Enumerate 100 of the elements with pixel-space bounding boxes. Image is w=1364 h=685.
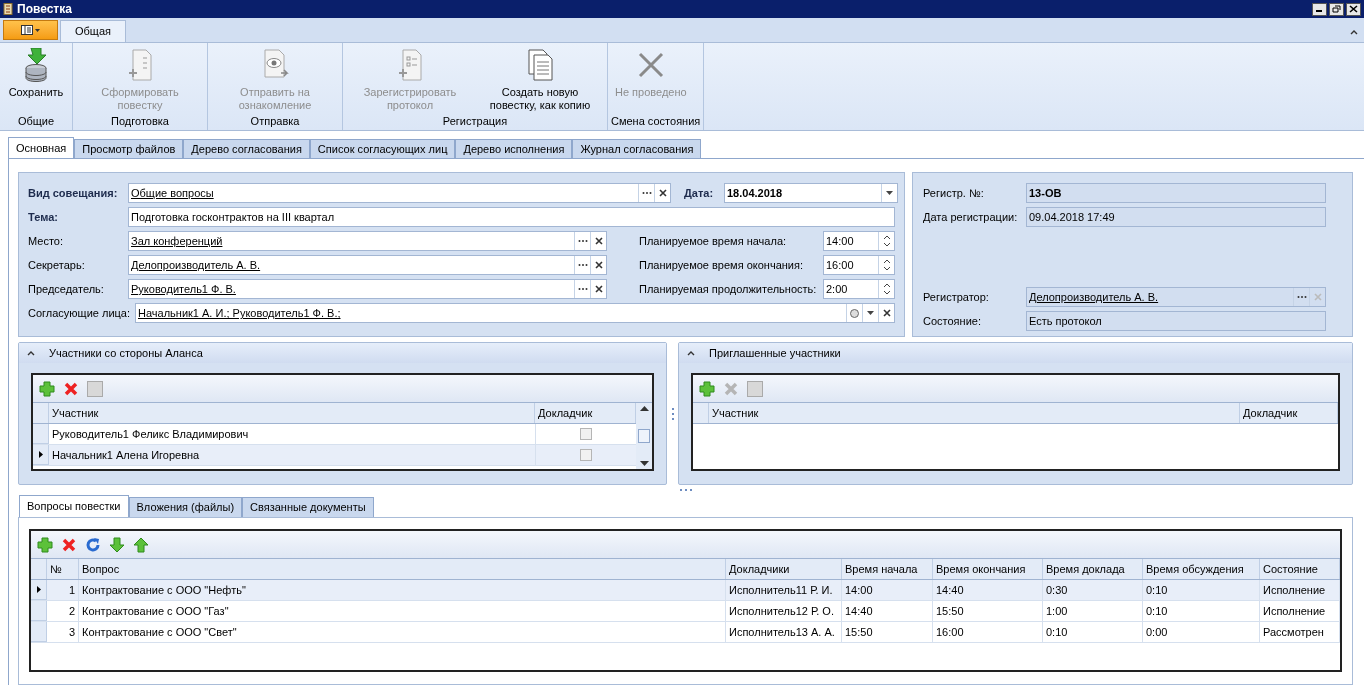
spinner-arrows-icon[interactable]	[883, 259, 890, 271]
cross-icon	[637, 52, 664, 78]
clear-icon[interactable]	[882, 309, 891, 317]
close-button[interactable]	[1346, 2, 1361, 16]
grid-row[interactable]: Начальник1 Алена Игоревна	[33, 445, 636, 466]
time-spinner[interactable]: 14:00	[823, 231, 895, 251]
application-menu-button[interactable]	[3, 20, 58, 40]
dropdown-icon[interactable]	[886, 191, 893, 195]
multi-select-field[interactable]: Начальник1 А. И.; Руководитель1 Ф. В.;	[135, 303, 895, 323]
read-only-field: 13-ОВ	[1026, 183, 1326, 203]
time-spinner[interactable]: 2:00	[823, 279, 895, 299]
grid-row[interactable]: 2 Контрактование с ООО "Газ" Исполнитель12 Р. О. 14:40 15:50 1:00 0:10 Исполнение	[31, 601, 1340, 622]
column-header[interactable]: Участник	[709, 403, 1240, 423]
table-cell: Контрактование с ООО "Газ"	[79, 601, 726, 621]
table-cell: 14:40	[842, 601, 933, 621]
refresh-icon[interactable]	[85, 536, 101, 553]
add-icon[interactable]	[699, 380, 715, 397]
grid-row[interactable]: 3 Контрактование с ООО "Свет" Исполнитель13 А. А. 15:50 16:00 0:10 0:00 Рассмотрен	[31, 622, 1340, 643]
text-field[interactable]: Подготовка госконтрактов на III квартал	[128, 207, 895, 227]
column-header[interactable]: Докладчик	[1240, 403, 1338, 423]
section-tab[interactable]: Вложения (файлы)	[128, 497, 243, 517]
section-tab[interactable]: Вопросы повестки	[19, 495, 129, 517]
delete-icon[interactable]	[61, 536, 77, 553]
clear-icon[interactable]	[594, 285, 603, 293]
arrow-up-icon[interactable]	[133, 536, 149, 553]
grid-row[interactable]: Руководитель1 Феликс Владимирович	[33, 424, 636, 445]
ellipsis-icon[interactable]	[577, 287, 588, 291]
column-header[interactable]: Время начала	[842, 559, 933, 579]
clear-icon[interactable]	[594, 261, 603, 269]
ribbon-button[interactable]: Сохранить	[3, 43, 69, 114]
table-cell: 0:00	[1143, 622, 1260, 642]
lookup-field[interactable]: Зал конференций	[128, 231, 607, 251]
clear-icon[interactable]	[658, 189, 667, 197]
table-cell: Исполнение	[1260, 601, 1340, 621]
delete-icon[interactable]	[63, 380, 79, 397]
document-tab[interactable]: Основная	[8, 137, 75, 158]
row-header[interactable]	[33, 445, 49, 465]
date-field[interactable]: 18.04.2018	[724, 183, 898, 203]
clear-icon[interactable]	[594, 237, 603, 245]
column-header[interactable]: Участник	[49, 403, 535, 423]
time-spinner[interactable]: 16:00	[823, 255, 895, 275]
read-only-field: Есть протокол	[1026, 311, 1326, 331]
document-tab[interactable]: Просмотр файлов	[74, 139, 184, 158]
documents-icon	[526, 49, 554, 81]
spinner-arrows-icon[interactable]	[883, 235, 890, 247]
minimize-button[interactable]	[1312, 2, 1327, 16]
checkbox[interactable]	[580, 449, 592, 461]
dropdown-icon[interactable]	[867, 311, 874, 315]
lookup-field[interactable]: Общие вопросы	[128, 183, 671, 203]
column-header[interactable]: Вопрос	[79, 559, 726, 579]
ellipsis-icon[interactable]	[641, 191, 652, 195]
table-cell: 16:00	[933, 622, 1043, 642]
table-cell: 1	[47, 580, 79, 600]
document-tab[interactable]: Дерево исполнения	[455, 139, 573, 158]
scroll-thumb[interactable]	[638, 429, 650, 443]
lookup-field[interactable]: Руководитель1 Ф. В.	[128, 279, 607, 299]
table-cell: 14:00	[842, 580, 933, 600]
document-tab[interactable]: Дерево согласования	[183, 139, 310, 158]
arrow-down-icon[interactable]	[109, 536, 125, 553]
scrollbar[interactable]	[636, 403, 652, 469]
field-label: Тема:	[28, 209, 59, 225]
group-caption: Общие	[16, 114, 56, 129]
read-only-field: 09.04.2018 17:49	[1026, 207, 1326, 227]
ribbon-tab[interactable]: Общая	[60, 20, 126, 42]
restore-icon	[1332, 5, 1341, 13]
scroll-down-icon[interactable]	[639, 461, 649, 466]
field-label: Согласующие лица:	[28, 305, 132, 321]
section-tab[interactable]: Связанные документы	[242, 497, 374, 517]
grid-row[interactable]: 1 Контрактование с ООО "Нефть" Исполнитель11 Р. И. 14:00 14:40 0:30 0:10 Исполнение	[31, 580, 1340, 601]
column-header[interactable]: Время окончания	[933, 559, 1043, 579]
field-label: Председатель:	[28, 281, 105, 297]
lookup-field[interactable]: Делопроизводитель А. В.	[1026, 287, 1326, 307]
group-caption: Регистрация	[441, 114, 509, 129]
add-icon[interactable]	[39, 380, 55, 397]
checkbox[interactable]	[580, 428, 592, 440]
ribbon-button[interactable]: Создать новую повестку, как копию	[476, 43, 604, 114]
ellipsis-icon[interactable]	[577, 263, 588, 267]
document-tab[interactable]: Журнал согласования	[572, 139, 702, 158]
collapse-icon[interactable]	[27, 350, 35, 356]
table-cell: 0:10	[1143, 601, 1260, 621]
column-header[interactable]: Докладчики	[726, 559, 842, 579]
group-caption: Подготовка	[110, 114, 170, 129]
splitter-grip-icon[interactable]	[671, 406, 674, 421]
spinner-arrows-icon[interactable]	[883, 283, 890, 295]
collapse-ribbon-icon[interactable]	[1350, 30, 1358, 35]
restore-button[interactable]	[1329, 2, 1344, 16]
collapse-icon[interactable]	[687, 350, 695, 356]
field-label: Регистратор:	[923, 289, 990, 305]
scroll-up-icon[interactable]	[639, 406, 649, 411]
column-header[interactable]: №	[47, 559, 79, 579]
app-icon	[3, 3, 13, 15]
add-icon[interactable]	[37, 536, 53, 553]
column-header[interactable]: Время доклада	[1043, 559, 1143, 579]
ellipsis-icon[interactable]	[577, 239, 588, 243]
column-header[interactable]: Состояние	[1260, 559, 1340, 579]
document-tab[interactable]: Список согласующих лиц	[309, 139, 456, 158]
row-header[interactable]	[31, 580, 47, 600]
column-header[interactable]: Время обсуждения	[1143, 559, 1260, 579]
lookup-field[interactable]: Делопроизводитель А. В.	[128, 255, 607, 275]
ellipsis-icon[interactable]	[1296, 295, 1307, 299]
